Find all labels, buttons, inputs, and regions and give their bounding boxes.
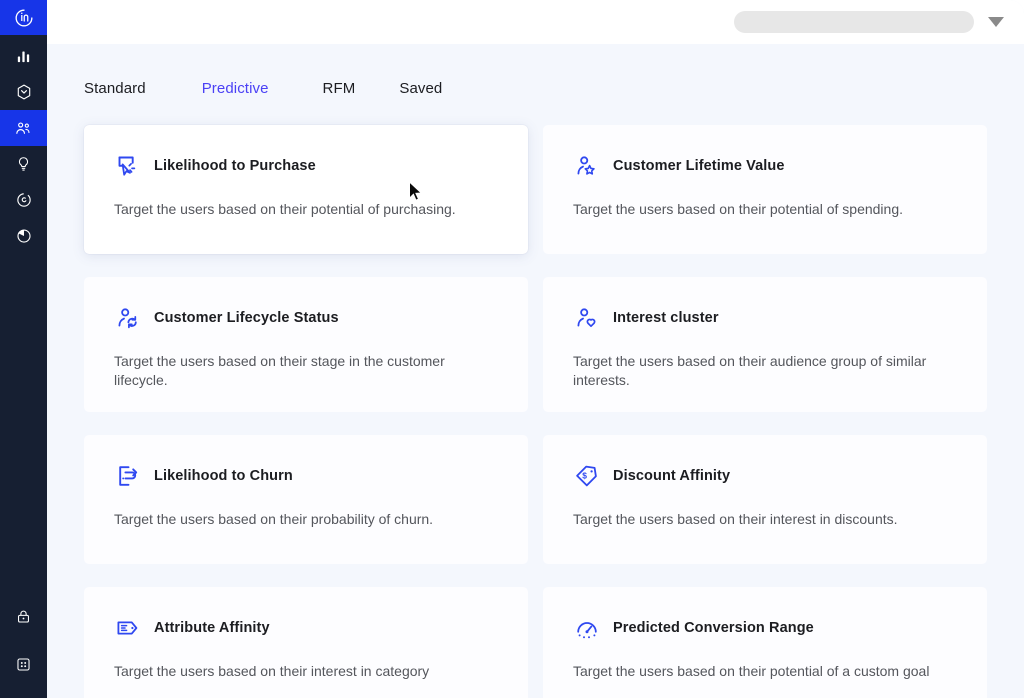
person-refresh-icon (114, 304, 142, 332)
tab-standard[interactable]: Standard (84, 80, 146, 97)
card-header: Attribute Affinity (114, 613, 498, 643)
insider-logo-icon (14, 8, 34, 28)
card-header: Predicted Conversion Range (573, 613, 957, 643)
main-content: Standard Predictive RFM Saved (47, 44, 1024, 698)
predictive-attribute-grid: Likelihood to Purchase Target the users … (47, 125, 1024, 698)
card-description: Target the users based on their interest… (114, 662, 498, 681)
card-attribute-affinity[interactable]: Attribute Affinity Target the users base… (84, 587, 528, 698)
sidebar-item-architect[interactable] (0, 74, 47, 110)
card-description: Target the users based on their potentia… (573, 200, 957, 219)
card-title: Customer Lifetime Value (613, 158, 785, 174)
price-tag-dollar-icon: $ (573, 462, 601, 490)
card-description: Target the users based on their stage in… (114, 352, 498, 390)
card-likelihood-to-purchase[interactable]: Likelihood to Purchase Target the users … (84, 125, 528, 254)
pie-chart-icon (15, 227, 33, 245)
card-description: Target the users based on their audience… (573, 352, 957, 390)
target-circle-icon (15, 191, 33, 209)
card-title: Interest cluster (613, 310, 719, 326)
gauge-icon (573, 614, 601, 642)
card-title: Attribute Affinity (154, 620, 270, 636)
people-icon (14, 119, 33, 138)
sidebar-item-apps[interactable] (0, 646, 47, 682)
card-interest-cluster[interactable]: Interest cluster Target the users based … (543, 277, 987, 412)
card-header: Likelihood to Purchase (114, 151, 498, 181)
card-header: Customer Lifetime Value (573, 151, 957, 181)
sidebar-item-history[interactable] (0, 218, 47, 254)
card-discount-affinity[interactable]: $ Discount Affinity Target the users bas… (543, 435, 987, 564)
card-description: Target the users based on their interest… (573, 510, 957, 529)
card-title: Likelihood to Purchase (154, 158, 316, 174)
sidebar-top-group (0, 0, 47, 254)
card-predicted-conversion-range[interactable]: Predicted Conversion Range Target the us… (543, 587, 987, 698)
card-title: Predicted Conversion Range (613, 620, 814, 636)
sidebar-item-audience[interactable] (0, 110, 47, 146)
lightbulb-icon (15, 155, 32, 173)
person-star-icon (573, 152, 601, 180)
logout-arrow-icon (114, 462, 142, 490)
card-title: Likelihood to Churn (154, 468, 293, 484)
tab-saved[interactable]: Saved (399, 80, 442, 97)
caret-down-icon[interactable] (988, 17, 1004, 27)
search-input[interactable] (734, 11, 974, 33)
card-header: Customer Lifecycle Status (114, 303, 498, 333)
card-customer-lifetime-value[interactable]: Customer Lifetime Value Target the users… (543, 125, 987, 254)
card-header: Interest cluster (573, 303, 957, 333)
card-description: Target the users based on their potentia… (573, 662, 957, 681)
cursor-click-icon (114, 152, 142, 180)
sidebar-item-analytics[interactable] (0, 38, 47, 74)
sidebar-logo[interactable] (0, 0, 47, 35)
sidebar (0, 0, 47, 698)
hexagon-check-icon (15, 83, 33, 101)
svg-text:$: $ (582, 470, 587, 480)
card-header: Likelihood to Churn (114, 461, 498, 491)
tab-predictive[interactable]: Predictive (202, 80, 269, 97)
sidebar-bottom-group (0, 598, 47, 682)
sidebar-item-security[interactable] (0, 598, 47, 634)
card-likelihood-to-churn[interactable]: Likelihood to Churn Target the users bas… (84, 435, 528, 564)
tab-rfm[interactable]: RFM (323, 80, 356, 97)
card-description: Target the users based on their potentia… (114, 200, 498, 219)
sidebar-item-journeys[interactable] (0, 182, 47, 218)
bar-chart-icon (15, 48, 32, 65)
app-window: Standard Predictive RFM Saved (0, 0, 1024, 698)
card-title: Customer Lifecycle Status (154, 310, 339, 326)
card-title: Discount Affinity (613, 468, 730, 484)
card-header: $ Discount Affinity (573, 461, 957, 491)
tag-list-icon (114, 614, 142, 642)
person-heart-icon (573, 304, 601, 332)
tab-bar: Standard Predictive RFM Saved (47, 44, 1024, 97)
card-description: Target the users based on their probabil… (114, 510, 498, 529)
sidebar-item-insights[interactable] (0, 146, 47, 182)
grid-apps-icon (15, 656, 32, 673)
top-bar (47, 0, 1024, 44)
lock-icon (15, 608, 32, 625)
card-customer-lifecycle-status[interactable]: Customer Lifecycle Status Target the use… (84, 277, 528, 412)
